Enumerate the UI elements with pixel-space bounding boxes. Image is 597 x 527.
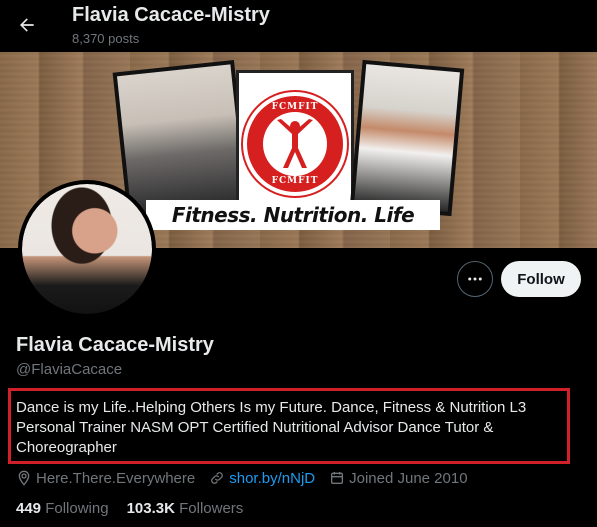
tagline-text: Fitness. Nutrition. Life — [171, 203, 415, 227]
logo-top-text: FCMFIT — [271, 102, 319, 112]
calendar-icon — [331, 472, 344, 484]
followers-label: Followers — [179, 500, 244, 517]
banner-tagline: Fitness. Nutrition. Life — [146, 200, 440, 230]
fcmfit-logo: FCMFIT FCMFIT — [236, 70, 354, 218]
website-link[interactable]: shor.by/nNjD — [229, 470, 315, 487]
more-options-button[interactable] — [457, 261, 493, 297]
logo-bottom-text: FCMFIT — [271, 176, 319, 186]
more-horizontal-icon — [468, 277, 482, 281]
join-date-text: Joined June 2010 — [349, 469, 468, 487]
figure-icon — [277, 119, 313, 168]
join-date: Joined June 2010 — [329, 469, 468, 487]
followers-count: 103.3K — [126, 500, 175, 517]
location-pin-icon — [18, 470, 30, 486]
follow-counts: 449 Following 103.3K Followers — [16, 500, 261, 517]
banner-photo-man — [349, 59, 465, 217]
location: Here.There.Everywhere — [16, 470, 195, 487]
website: shor.by/nNjD — [209, 470, 315, 487]
profile-name: Flavia Cacace-Mistry — [16, 334, 214, 356]
back-button[interactable] — [12, 10, 42, 40]
avatar[interactable] — [18, 180, 156, 318]
profile-handle: @FlaviaCacace — [16, 361, 123, 378]
follow-button[interactable]: Follow — [501, 261, 581, 297]
header-title: Flavia Cacace-Mistry — [72, 4, 270, 26]
arrow-left-icon — [20, 18, 34, 32]
profile-header: Flavia Cacace-Mistry 8,370 posts — [0, 0, 597, 52]
link-icon — [211, 472, 224, 484]
banner-photo-woman — [112, 60, 250, 220]
following-count: 449 — [16, 500, 42, 517]
following-link[interactable]: 449 Following — [16, 500, 109, 517]
post-count: 8,370 posts — [72, 31, 140, 46]
followers-link[interactable]: 103.3K Followers — [127, 500, 244, 517]
following-label: Following — [45, 500, 109, 517]
profile-meta: Here.There.Everywhere shor.by/nNjD Joine… — [16, 468, 482, 488]
location-text: Here.There.Everywhere — [36, 469, 196, 487]
profile-bio: Dance is my Life..Helping Others Is my F… — [16, 399, 527, 456]
